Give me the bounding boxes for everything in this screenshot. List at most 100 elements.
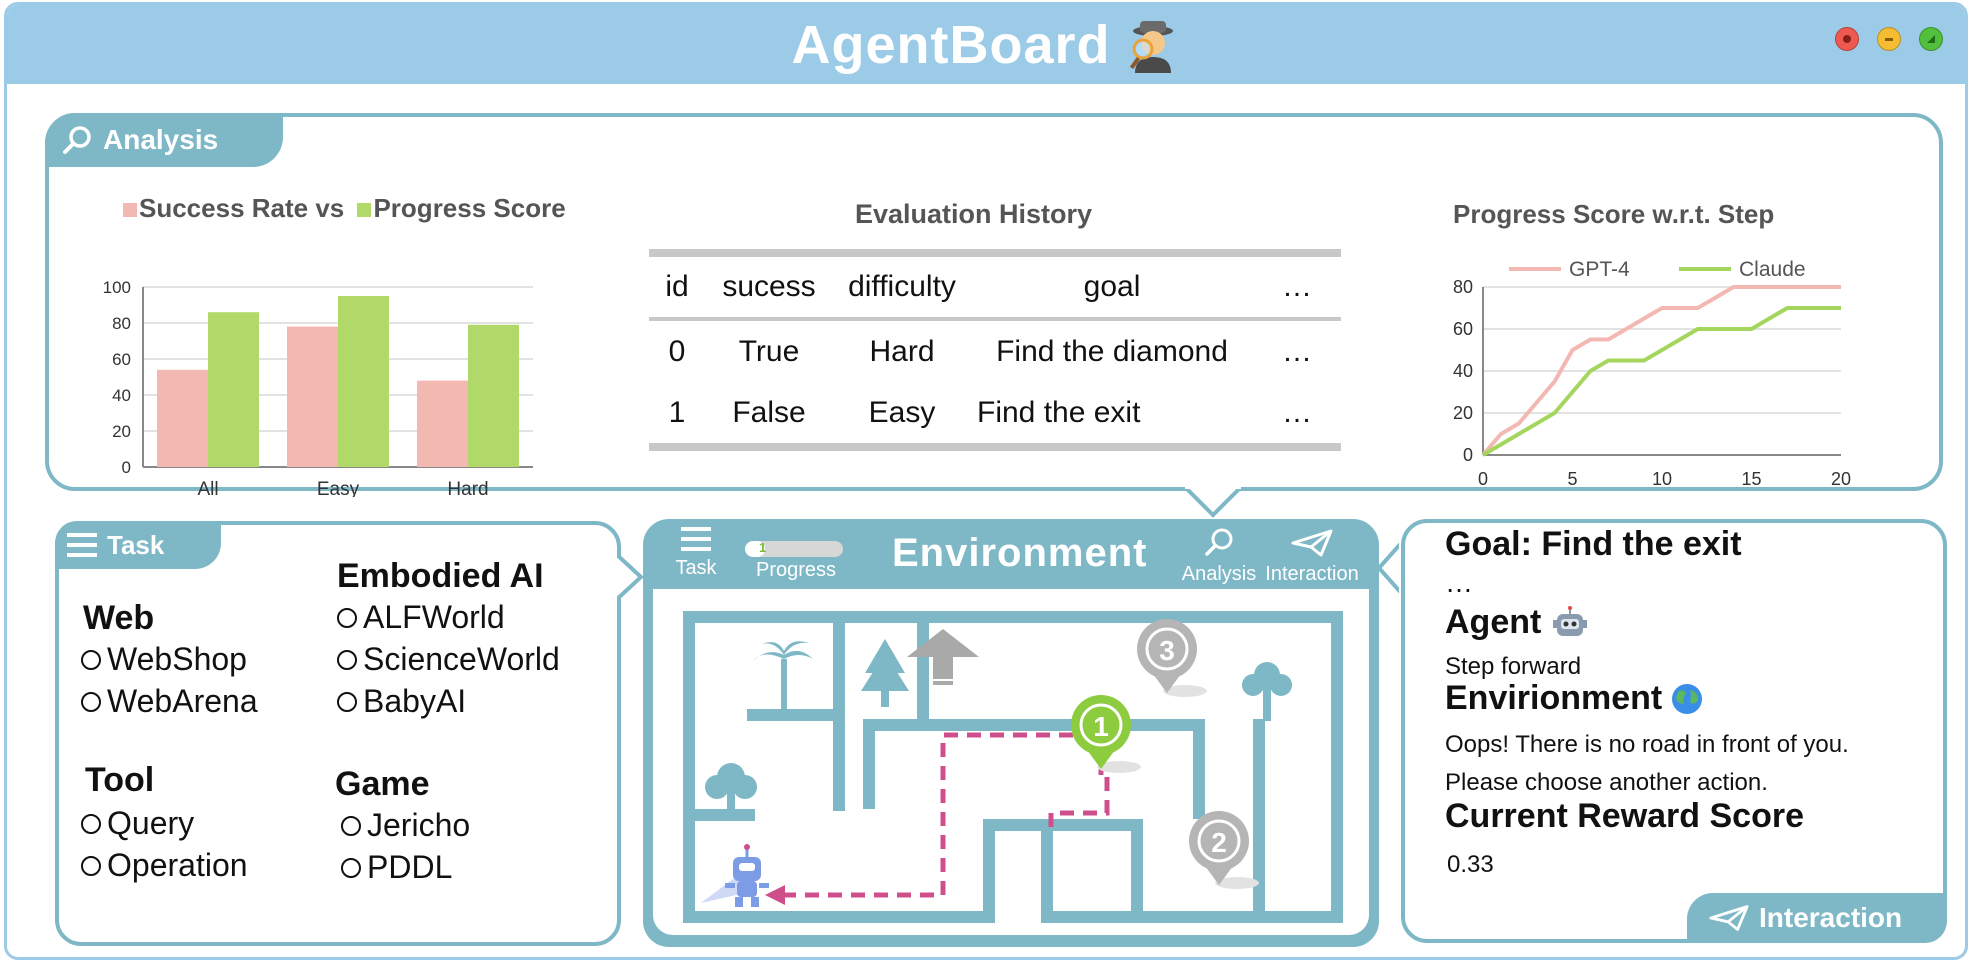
task-option-pddl[interactable]: PDDL (341, 849, 452, 886)
marker-1[interactable]: 1 (1071, 695, 1141, 773)
y-tick-label: 20 (1453, 403, 1473, 423)
environment-heading: Envirionment (1445, 679, 1704, 718)
task-option-alfworld[interactable]: ALFWorld (337, 599, 505, 636)
search-icon (1205, 528, 1233, 556)
radio-icon (337, 691, 357, 712)
task-panel: Task Web WebShop WebArena Embodied AI AL… (55, 521, 621, 946)
y-tick-label: 0 (122, 458, 131, 477)
line-chart-title: Progress Score w.r.t. Step (1453, 199, 1775, 229)
interaction-tab-label: Interaction (1759, 902, 1903, 933)
x-tick-label: 0 (1478, 469, 1488, 487)
svg-text:2: 2 (1211, 827, 1227, 858)
task-tab[interactable]: Task (55, 521, 221, 569)
eval-col-goal: goal (1083, 270, 1141, 303)
task-option-query[interactable]: Query (81, 805, 194, 842)
eval-history-title: Evaluation History (855, 199, 1093, 229)
env-analysis-label: Analysis (1181, 563, 1257, 585)
interaction-tab[interactable]: Interaction (1687, 893, 1947, 943)
task-option-label: ALFWorld (363, 599, 505, 635)
x-tick-label: 10 (1652, 469, 1672, 487)
bar-chart: 0 20 40 60 80 100 All Easy Hard (103, 278, 533, 497)
progress-bar: 1 (745, 541, 843, 557)
table-row[interactable]: 1 False Easy Find the exit … (649, 383, 1341, 447)
eval-cell-more: … (1282, 396, 1312, 429)
maze-map: 1 2 3 (683, 611, 1343, 923)
marker-2[interactable]: 2 (1189, 811, 1259, 889)
x-tick-label: 15 (1741, 469, 1761, 487)
maximize-button[interactable] (1919, 27, 1943, 51)
analysis-tab[interactable]: Analysis (45, 113, 283, 167)
minimize-icon (1885, 38, 1893, 41)
env-task-button[interactable]: Task (671, 527, 721, 580)
marker-3[interactable]: 3 (1137, 619, 1207, 697)
svg-text:3: 3 (1159, 635, 1175, 666)
minimize-button[interactable] (1877, 27, 1901, 51)
radio-icon (341, 857, 361, 878)
legend-label: Claude (1739, 258, 1806, 281)
task-option-label: Operation (107, 847, 248, 883)
analysis-tab-label: Analysis (103, 124, 219, 155)
legend-swatch-success (123, 203, 137, 217)
bar-success (417, 380, 468, 467)
task-pointer (611, 553, 644, 601)
bar-progress (468, 324, 519, 467)
analysis-pointer (1185, 483, 1241, 518)
eval-col-id: id (665, 270, 689, 303)
eval-cell-goal: Find the diamond (996, 335, 1228, 368)
app-title: AgentBoard (791, 14, 1111, 75)
task-option-label: ScienceWorld (363, 641, 560, 677)
task-group-tool: Tool (85, 761, 155, 799)
task-group-embodied: Embodied AI (337, 557, 544, 595)
x-tick-label: Easy (317, 479, 360, 497)
env-message-2: Please choose another action. (1445, 769, 1768, 796)
env-task-label: Task (675, 557, 717, 579)
paper-plane-icon (1709, 905, 1749, 931)
task-option-jericho[interactable]: Jericho (341, 807, 470, 844)
maze-view[interactable]: 1 2 3 (653, 589, 1369, 935)
y-tick-label: 40 (1453, 361, 1473, 381)
env-interaction-button[interactable]: Interaction (1263, 529, 1361, 586)
agent-heading: Agent (1445, 603, 1588, 642)
analysis-panel: Analysis Success Rate vs Progress Score … (45, 113, 1943, 497)
globe-icon (1672, 683, 1703, 714)
eval-cell-success: True (738, 335, 800, 368)
eval-cell-difficulty: Hard (869, 335, 935, 368)
reward-heading: Current Reward Score (1445, 797, 1804, 835)
task-option-label: Query (107, 805, 195, 841)
maximize-icon (1927, 35, 1935, 43)
radio-icon (81, 691, 101, 712)
task-option-label: BabyAI (363, 683, 467, 719)
x-tick-label: Hard (447, 479, 488, 497)
eval-header-row: id sucess difficulty goal … (649, 253, 1341, 319)
y-tick-label: 60 (1453, 319, 1473, 339)
eval-cell-id: 1 (668, 396, 686, 429)
bar-progress (208, 312, 259, 467)
task-tab-label: Task (107, 529, 165, 560)
task-option-operation[interactable]: Operation (81, 847, 248, 884)
environment-title: Environment (892, 531, 1148, 575)
x-tick-label: 5 (1567, 469, 1577, 487)
eval-cell-difficulty: Easy (868, 396, 936, 429)
tree-icon (753, 641, 813, 711)
task-option-scienceworld[interactable]: ScienceWorld (337, 641, 560, 678)
table-row[interactable]: 0 True Hard Find the diamond … (649, 319, 1341, 383)
task-option-webshop[interactable]: WebShop (81, 641, 247, 678)
radio-icon (341, 815, 361, 836)
env-interaction-label: Interaction (1265, 563, 1359, 585)
environment-header: Task 1 Progress Environment Analysis Int… (647, 523, 1375, 589)
app-window: AgentBoard Analysis Success Rate vs Prog… (4, 2, 1968, 960)
progress-value: 1 (759, 541, 767, 555)
task-option-webarena[interactable]: WebArena (81, 683, 258, 720)
task-group-web: Web (83, 599, 155, 637)
y-tick-label: 20 (112, 422, 131, 441)
task-group-game: Game (335, 765, 430, 803)
task-option-label: PDDL (367, 849, 453, 885)
ellipsis-text: … (1445, 567, 1473, 598)
robot-icon[interactable] (701, 844, 769, 907)
bar-success (287, 326, 338, 467)
task-option-label: WebShop (107, 641, 247, 677)
environment-heading-label: Envirionment (1445, 679, 1663, 717)
task-option-babyai[interactable]: BabyAI (337, 683, 466, 720)
env-analysis-button[interactable]: Analysis (1179, 527, 1259, 586)
close-button[interactable] (1835, 27, 1859, 51)
